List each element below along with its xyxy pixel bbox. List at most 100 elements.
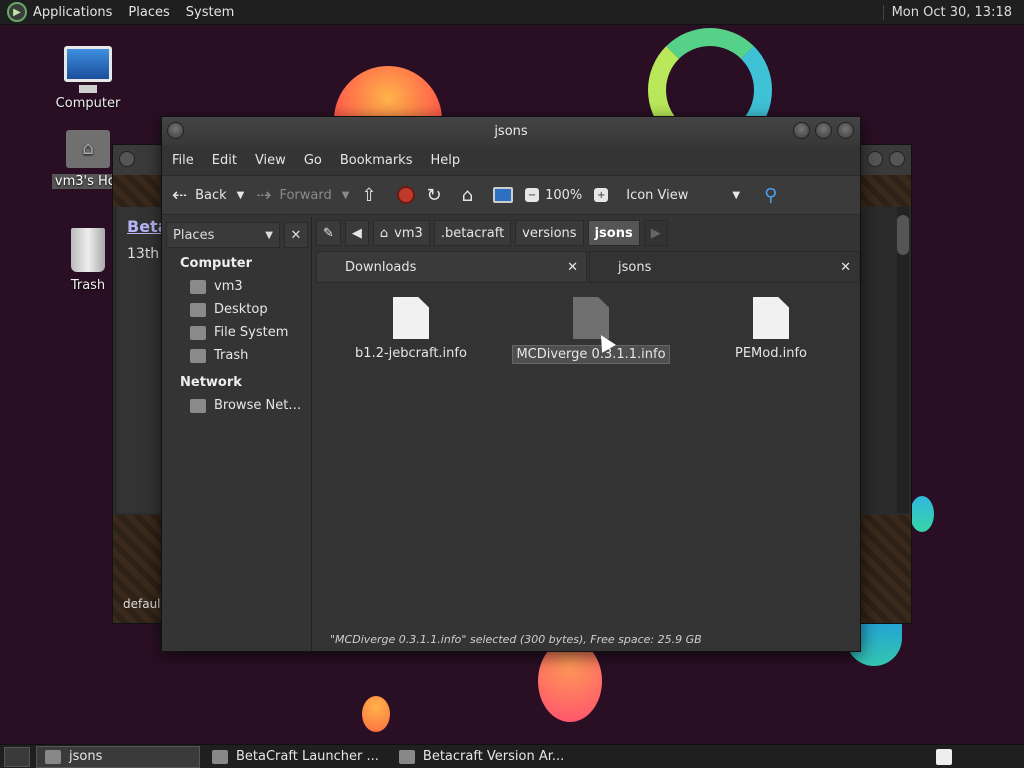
- file-name: b1.2-jebcraft.info: [355, 346, 467, 361]
- toggle-location-button[interactable]: ✎: [316, 220, 341, 246]
- menu-help[interactable]: Help: [430, 153, 460, 168]
- breadcrumb-jsons[interactable]: jsons: [587, 220, 640, 246]
- scrollbar-thumb[interactable]: [897, 215, 909, 255]
- forward-dropdown-icon[interactable]: ▼: [342, 190, 350, 201]
- trash-icon: [190, 348, 206, 363]
- sidebar-item-trash[interactable]: Trash: [190, 344, 311, 367]
- back-dropdown-icon[interactable]: ▼: [237, 190, 245, 201]
- up-button[interactable]: ⇧: [361, 185, 384, 206]
- sidebar-item-vm3[interactable]: vm3: [190, 275, 311, 298]
- back-button[interactable]: ⇠ Back ▼: [172, 185, 244, 206]
- wallpaper-shape-orange-small: [362, 696, 390, 732]
- drive-icon: [190, 325, 206, 340]
- file-item-selected[interactable]: MCDiverge 0.3.1.1.info: [511, 297, 671, 364]
- breadcrumb-label: .betacraft: [440, 225, 505, 241]
- view-mode-select[interactable]: Icon View ▼: [626, 188, 740, 203]
- betacraft-version-icon: [398, 749, 415, 764]
- desktop-computer[interactable]: Computer: [43, 46, 133, 111]
- network-icon: [190, 398, 206, 413]
- tab-bar: Downloads ✕ jsons ✕: [316, 251, 860, 283]
- computer-button[interactable]: [493, 187, 514, 203]
- home-icon: ⌂: [379, 225, 389, 241]
- menubar: File Edit View Go Bookmarks Help: [162, 145, 860, 175]
- tab-downloads[interactable]: Downloads ✕: [316, 251, 587, 283]
- trash-icon: [71, 228, 105, 272]
- toolbar: ⇠ Back ▼ ⇢ Forward ▼ ⇧ ↻ ⌂ − 100% + Icon…: [162, 175, 860, 215]
- desktop-trash-label: Trash: [70, 278, 106, 293]
- sidebar-selector-label: Places: [173, 227, 215, 243]
- taskbar-label: Betacraft Version Ar...: [422, 749, 565, 764]
- sidebar-section-network: Network: [180, 375, 242, 390]
- maximize-button[interactable]: [867, 151, 883, 167]
- sidebar-item-label: File System: [214, 325, 289, 340]
- file-manager-window[interactable]: jsons File Edit View Go Bookmarks Help ⇠…: [161, 116, 861, 652]
- close-icon: ✕: [290, 227, 302, 243]
- breadcrumb-betacraft[interactable]: .betacraft: [433, 220, 512, 246]
- breadcrumb: ✎ ◀ ⌂ vm3 .betacraft versions jsons ▶: [316, 220, 860, 246]
- zoom-out-button[interactable]: − 100%: [525, 188, 582, 203]
- window-menu-button[interactable]: [167, 122, 184, 139]
- menu-system[interactable]: System: [186, 5, 234, 20]
- breadcrumb-scroll-right[interactable]: ▶: [643, 220, 668, 246]
- menu-go[interactable]: Go: [304, 153, 322, 168]
- close-button[interactable]: [837, 122, 854, 139]
- stop-icon: [396, 186, 415, 204]
- tab-jsons[interactable]: jsons ✕: [589, 251, 860, 283]
- breadcrumb-scroll-left[interactable]: ◀: [344, 220, 369, 246]
- window-menu-button[interactable]: [119, 151, 135, 167]
- menu-file[interactable]: File: [172, 153, 194, 168]
- taskbar-label: jsons: [69, 749, 103, 764]
- breadcrumb-label: versions: [522, 225, 577, 241]
- close-tab-icon[interactable]: ✕: [567, 260, 578, 275]
- zoom-in-button[interactable]: +: [594, 188, 614, 202]
- zoom-out-icon: −: [525, 188, 540, 202]
- betacraft-icon: [212, 749, 228, 764]
- breadcrumb-vm3[interactable]: ⌂ vm3: [372, 220, 430, 246]
- tab-label: jsons: [618, 259, 652, 275]
- minimize-button[interactable]: [793, 122, 810, 139]
- close-button[interactable]: [889, 151, 905, 167]
- home-icon: ⌂: [461, 184, 474, 206]
- close-tab-icon[interactable]: ✕: [840, 260, 851, 275]
- menu-view[interactable]: View: [255, 153, 286, 168]
- workspace-switcher[interactable]: [936, 748, 952, 765]
- breadcrumb-label: vm3: [394, 225, 423, 241]
- taskbar-item-betacraft-launcher[interactable]: BetaCraft Launcher ...: [204, 746, 387, 768]
- reload-button[interactable]: ↻: [427, 185, 450, 206]
- tab-label: Downloads: [345, 259, 417, 275]
- close-sidebar-button[interactable]: ✕: [284, 222, 308, 248]
- window-titlebar[interactable]: jsons: [162, 117, 860, 145]
- menu-applications[interactable]: Applications: [33, 5, 112, 20]
- stop-button[interactable]: [396, 186, 415, 204]
- menu-edit[interactable]: Edit: [212, 153, 237, 168]
- show-desktop-button[interactable]: [4, 746, 30, 767]
- back-arrow-icon: ⇠: [172, 184, 188, 206]
- news-scrollbar[interactable]: [897, 207, 909, 513]
- mate-logo-icon[interactable]: ▶: [7, 2, 27, 22]
- file-item[interactable]: b1.2-jebcraft.info: [331, 297, 491, 362]
- file-icon-view[interactable]: b1.2-jebcraft.info MCDiverge 0.3.1.1.inf…: [316, 285, 860, 629]
- forward-button[interactable]: ⇢ Forward ▼: [256, 185, 349, 206]
- chevron-down-icon: ▼: [265, 229, 273, 241]
- menu-places[interactable]: Places: [128, 5, 169, 20]
- chevron-down-icon: ▼: [732, 189, 741, 201]
- menu-bookmarks[interactable]: Bookmarks: [340, 153, 413, 168]
- maximize-button[interactable]: [815, 122, 832, 139]
- folder-icon: [45, 749, 61, 764]
- sidebar-item-desktop[interactable]: Desktop: [190, 298, 311, 321]
- search-icon[interactable]: ⚲: [764, 185, 777, 206]
- window-title: jsons: [494, 123, 528, 139]
- profile-label: defaul: [123, 597, 161, 611]
- chevron-right-icon: ▶: [650, 225, 661, 241]
- bottom-panel: jsons BetaCraft Launcher ... Betacraft V…: [0, 744, 1024, 768]
- sidebar-selector[interactable]: Places ▼: [166, 222, 280, 248]
- home-button[interactable]: ⌂: [462, 185, 481, 206]
- desktop-icon: [190, 302, 206, 317]
- taskbar-item-betacraft-version[interactable]: Betacraft Version Ar...: [391, 746, 572, 768]
- sidebar-item-browse-network[interactable]: Browse Net…: [190, 394, 311, 417]
- taskbar-item-jsons[interactable]: jsons: [36, 745, 200, 768]
- file-item[interactable]: PEMod.info: [691, 297, 851, 362]
- sidebar-item-filesystem[interactable]: File System: [190, 321, 311, 344]
- clock[interactable]: Mon Oct 30, 13:18: [882, 4, 1012, 20]
- breadcrumb-versions[interactable]: versions: [515, 220, 584, 246]
